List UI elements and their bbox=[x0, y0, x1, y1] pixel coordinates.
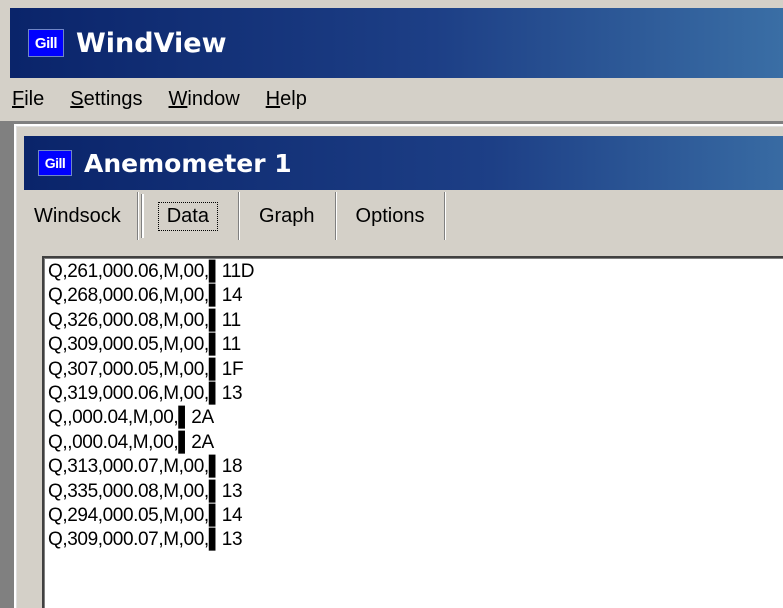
menu-bar: File Settings Window Help bbox=[0, 78, 783, 122]
child-window-title: Anemometer 1 bbox=[84, 148, 292, 178]
child-titlebar[interactable]: Gill Anemometer 1 bbox=[24, 136, 783, 190]
list-item[interactable]: Q,,000.04,M,00,▌2A bbox=[48, 431, 783, 455]
list-item[interactable]: Q,326,000.08,M,00,▌11 bbox=[48, 309, 783, 333]
list-item[interactable]: Q,268,000.06,M,00,▌14 bbox=[48, 284, 783, 308]
gill-logo-icon[interactable]: Gill bbox=[38, 150, 72, 176]
list-item[interactable]: Q,335,000.08,M,00,▌13 bbox=[48, 480, 783, 504]
tab-data[interactable]: Data bbox=[138, 192, 239, 240]
gill-logo-icon[interactable]: Gill bbox=[28, 29, 64, 57]
tab-strip: Windsock Data Graph Options bbox=[24, 192, 783, 242]
mdi-client-area: Gill Anemometer 1 Windsock Data Graph Op… bbox=[0, 122, 783, 608]
main-titlebar[interactable]: Gill WindView bbox=[0, 0, 783, 78]
tab-graph[interactable]: Graph bbox=[239, 192, 336, 240]
windview-screen: Gill WindView File Settings Window Help … bbox=[0, 0, 783, 608]
list-item[interactable]: Q,309,000.07,M,00,▌13 bbox=[48, 528, 783, 552]
list-item[interactable]: Q,313,000.07,M,00,▌18 bbox=[48, 455, 783, 479]
list-item[interactable]: Q,261,000.06,M,00,▌11D bbox=[48, 260, 783, 284]
window-title: WindView bbox=[76, 27, 227, 59]
list-item[interactable]: Q,307,000.05,M,00,▌1F bbox=[48, 358, 783, 382]
data-listbox[interactable]: Q,261,000.06,M,00,▌11D Q,268,000.06,M,00… bbox=[42, 256, 783, 608]
menu-help[interactable]: Help bbox=[266, 88, 307, 111]
list-item[interactable]: Q,319,000.06,M,00,▌13 bbox=[48, 382, 783, 406]
list-item[interactable]: Q,294,000.05,M,00,▌14 bbox=[48, 504, 783, 528]
anemometer-window: Gill Anemometer 1 Windsock Data Graph Op… bbox=[14, 124, 783, 608]
tab-windsock[interactable]: Windsock bbox=[24, 192, 138, 240]
menu-settings[interactable]: Settings bbox=[70, 88, 142, 111]
menu-window[interactable]: Window bbox=[169, 88, 240, 111]
list-item[interactable]: Q,,000.04,M,00,▌2A bbox=[48, 406, 783, 430]
menu-file[interactable]: File bbox=[12, 88, 44, 111]
tab-options[interactable]: Options bbox=[336, 192, 446, 240]
list-item[interactable]: Q,309,000.05,M,00,▌11 bbox=[48, 333, 783, 357]
